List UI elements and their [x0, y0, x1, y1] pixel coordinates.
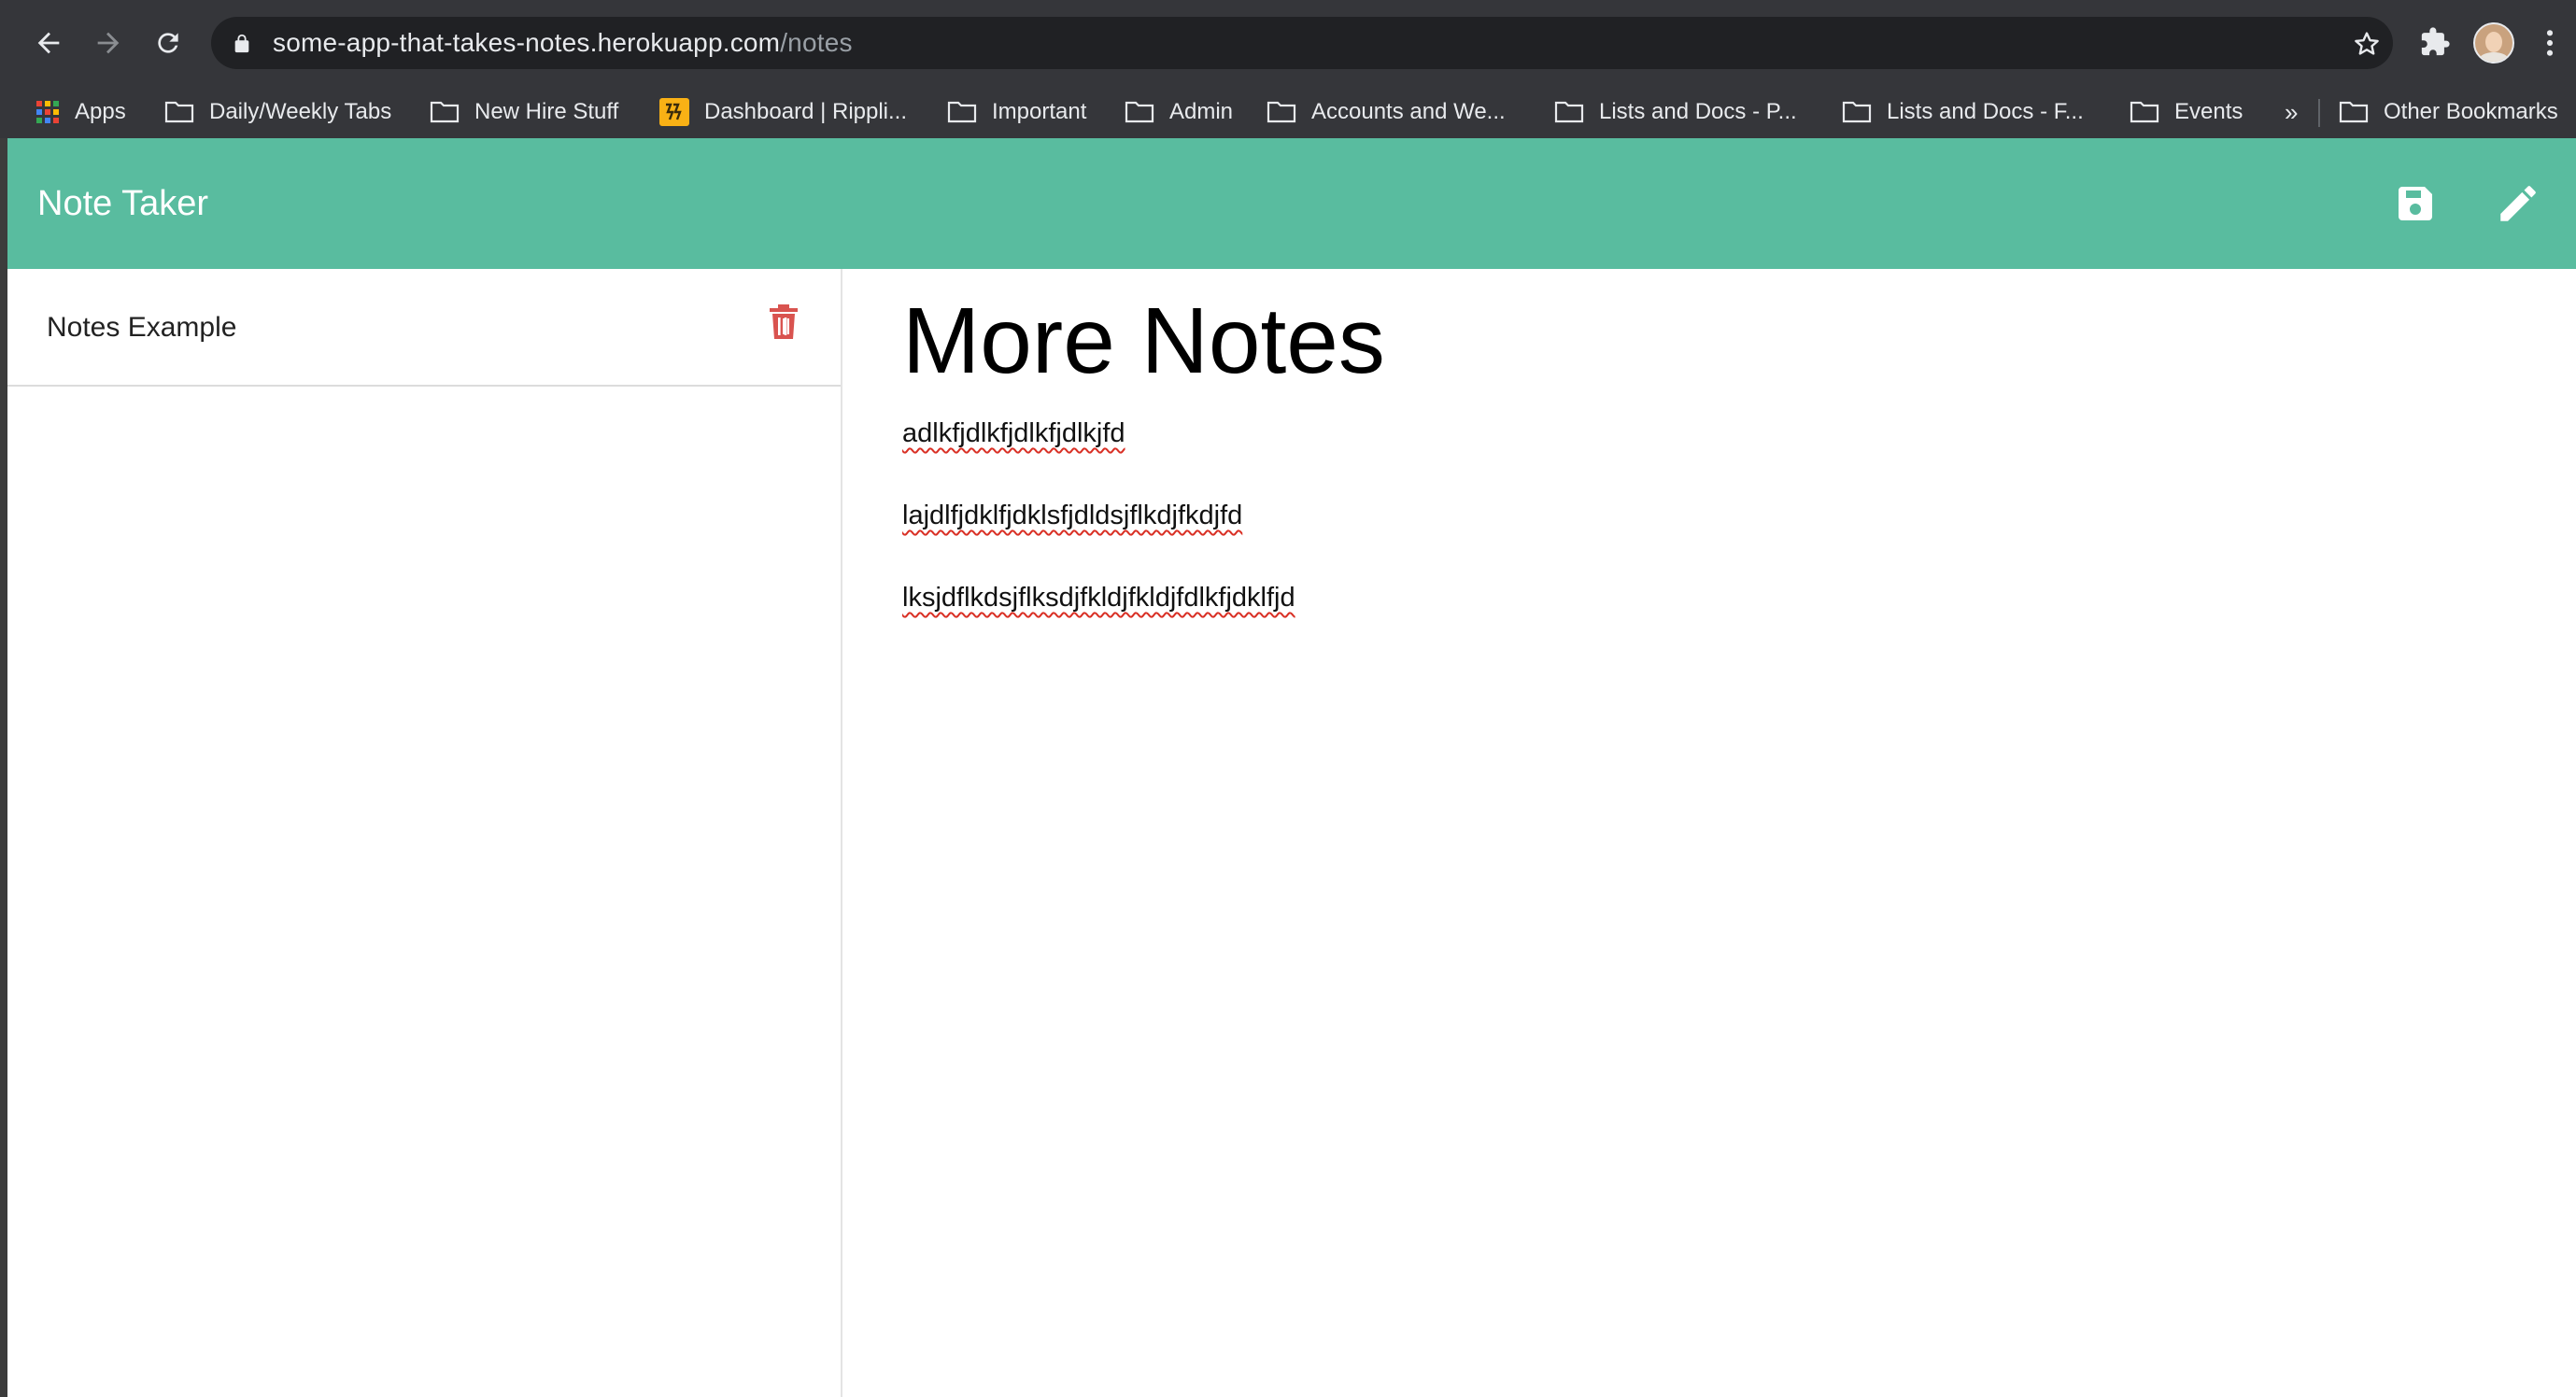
note-text-line[interactable]: lksjdflkdsjflksdjfkldjfkldjfdlkfjdklfjd: [902, 583, 1295, 614]
rippling-logo-icon: [659, 98, 689, 126]
folder-icon: [1554, 101, 1584, 123]
save-icon: [2399, 187, 2432, 220]
reload-icon: [158, 33, 178, 53]
bookmark-label: Daily/Weekly Tabs: [209, 99, 392, 124]
pencil-icon: [2500, 186, 2536, 221]
profile-avatar[interactable]: [2473, 22, 2514, 64]
folder-icon: [430, 101, 460, 123]
url-path: /notes: [780, 28, 853, 57]
new-note-button[interactable]: [2492, 177, 2544, 230]
bookmark-other-bookmarks[interactable]: Other Bookmarks: [2339, 86, 2558, 138]
bookmark-label: Dashboard | Rippli...: [704, 99, 908, 124]
star-icon[interactable]: [2352, 29, 2382, 59]
bookmark-label: Apps: [75, 99, 126, 124]
folder-icon: [2339, 101, 2369, 123]
arrow-left-icon: [37, 32, 60, 54]
bookmark-events[interactable]: Events: [2130, 86, 2243, 138]
forward-button[interactable]: [86, 21, 131, 65]
folder-icon: [947, 101, 977, 123]
bookmark-label: Other Bookmarks: [2384, 99, 2558, 124]
bookmark-daily-weekly-tabs[interactable]: Daily/Weekly Tabs: [164, 86, 391, 138]
window-edge: [0, 138, 7, 1397]
address-bar[interactable]: some-app-that-takes-notes.herokuapp.com/…: [211, 17, 2393, 69]
folder-icon: [1267, 101, 1296, 123]
notes-list: Notes Example: [7, 269, 842, 1397]
bookmark-label: Events: [2174, 99, 2243, 124]
trash-icon: [770, 304, 798, 339]
browser-toolbar: some-app-that-takes-notes.herokuapp.com/…: [0, 0, 2576, 86]
bookmark-accounts-and-we[interactable]: Accounts and We...: [1267, 86, 1506, 138]
bookmarks-overflow-button[interactable]: »: [2285, 86, 2298, 138]
reload-button[interactable]: [146, 21, 191, 65]
note-editor: More Notes adlkfjdlkfjdlkfjdlkjfd lajdlf…: [844, 269, 2576, 1397]
bookmark-new-hire-stuff[interactable]: New Hire Stuff: [430, 86, 618, 138]
url-host: some-app-that-takes-notes.herokuapp.com: [273, 28, 781, 57]
bookmarks-bar: Apps Daily/Weekly Tabs New Hire Stuff Da…: [0, 86, 2576, 138]
bookmark-lists-and-docs-p[interactable]: Lists and Docs - P...: [1554, 86, 1797, 138]
extensions-puzzle-icon[interactable]: [2419, 26, 2451, 58]
folder-icon: [1842, 101, 1872, 123]
arrow-right-icon: [97, 32, 120, 54]
bookmark-label: Important: [992, 99, 1087, 124]
folder-icon: [1125, 101, 1154, 123]
note-text-line[interactable]: lajdlfjdklfjdklsfjdldsjflkdjfkdjfd: [902, 501, 1242, 531]
bookmark-dashboard-rippling[interactable]: Dashboard | Rippli...: [659, 86, 907, 138]
bookmark-label: Admin: [1169, 99, 1234, 124]
bookmark-apps[interactable]: Apps: [35, 86, 126, 138]
folder-icon: [2130, 101, 2159, 123]
folder-icon: [164, 101, 194, 123]
overflow-chevron-icon: »: [2285, 97, 2299, 126]
menu-kebab-icon[interactable]: [2544, 28, 2555, 58]
bookmark-label: New Hire Stuff: [474, 99, 619, 124]
note-list-title[interactable]: Notes Example: [47, 269, 236, 387]
apps-grid-icon: [36, 101, 59, 123]
app-navbar: Note Taker: [7, 138, 2576, 269]
bookmark-important[interactable]: Important: [947, 86, 1086, 138]
list-item[interactable]: Notes Example: [7, 269, 841, 387]
bookmark-label: Lists and Docs - P...: [1599, 99, 1797, 124]
bookmark-admin[interactable]: Admin: [1125, 86, 1233, 138]
bookmark-label: Lists and Docs - F...: [1887, 99, 2084, 124]
note-title-input[interactable]: More Notes: [902, 288, 1385, 395]
bookmarks-divider: [2318, 99, 2320, 127]
app-title[interactable]: Note Taker: [37, 138, 208, 269]
save-note-button[interactable]: [2389, 177, 2442, 230]
delete-note-button[interactable]: [768, 303, 805, 344]
bookmark-label: Accounts and We...: [1311, 99, 1506, 124]
url-text: some-app-that-takes-notes.herokuapp.com/…: [273, 17, 853, 69]
note-text-line[interactable]: adlkfjdlkfjdlkfjdlkjfd: [902, 418, 1125, 449]
back-button[interactable]: [26, 21, 71, 65]
bookmark-lists-and-docs-f[interactable]: Lists and Docs - F...: [1842, 86, 2084, 138]
lock-icon: [234, 34, 249, 53]
